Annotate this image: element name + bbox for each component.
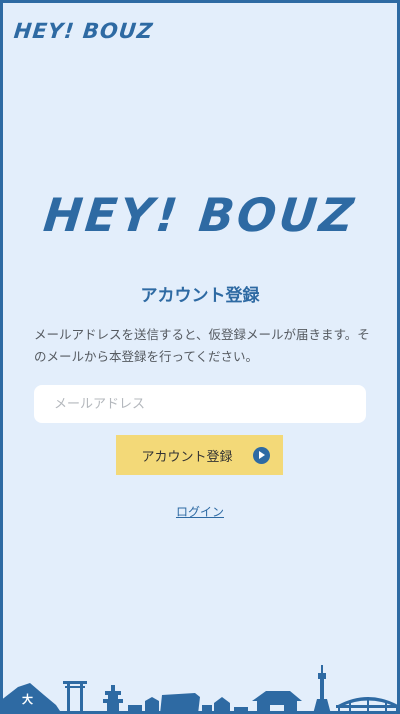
- header-logo[interactable]: HEY! BOUZ: [13, 19, 155, 43]
- register-account-button[interactable]: アカウント登録: [116, 435, 283, 475]
- email-input[interactable]: [34, 385, 366, 423]
- play-arrow-circle-icon: [252, 446, 270, 464]
- page-title: アカウント登録: [140, 286, 260, 306]
- login-link[interactable]: ログイン: [0, 503, 400, 520]
- description-text: メールアドレスを送信すると、仮登録メールが届きます。そのメールから本登録を行って…: [34, 327, 370, 364]
- svg-text:大: 大: [22, 692, 33, 706]
- register-button-label: アカウント登録: [141, 449, 233, 465]
- brand-logo: HEY! BOUZ: [41, 188, 359, 242]
- city-skyline-illustration: 大: [0, 665, 400, 714]
